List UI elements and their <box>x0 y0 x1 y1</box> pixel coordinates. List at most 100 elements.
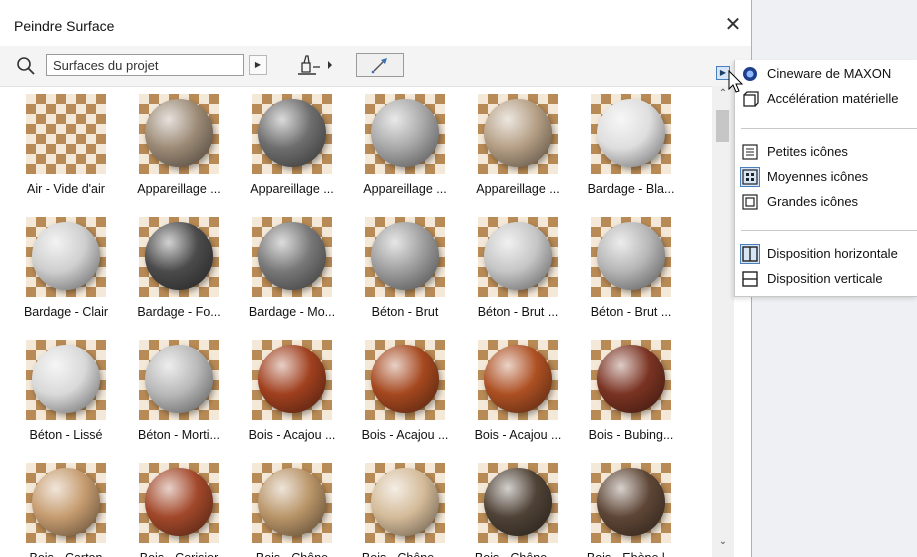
material-thumbnail <box>591 217 671 297</box>
material-label: Air - Vide d'air <box>27 182 105 196</box>
material-tile[interactable]: Appareillage ... <box>462 86 574 204</box>
material-sphere <box>484 345 552 413</box>
caret-right-icon: ▶ <box>719 68 727 77</box>
menu-item-hardware-acceleration[interactable]: Accélération matérielle <box>735 87 917 111</box>
material-sphere <box>597 468 665 536</box>
search-input[interactable]: Surfaces du projet <box>46 54 244 76</box>
material-sphere <box>371 222 439 290</box>
material-sphere <box>145 99 213 167</box>
menu-item-horizontal-layout[interactable]: Disposition horizontale <box>735 242 917 266</box>
large-icons-icon <box>742 194 758 210</box>
material-label: Béton - Morti... <box>138 428 220 442</box>
material-tile[interactable]: Bois - Acajou ... <box>349 332 461 450</box>
paint-bucket-icon[interactable] <box>296 52 340 78</box>
menu-item-cineware[interactable]: Cineware de MAXON <box>735 62 917 86</box>
material-thumbnail <box>252 340 332 420</box>
mouse-cursor-icon <box>728 70 744 93</box>
menu-item-medium-icons[interactable]: Moyennes icônes <box>735 165 917 189</box>
material-label: Appareillage ... <box>476 182 560 196</box>
material-tile[interactable]: Bois - Acajou ... <box>462 332 574 450</box>
material-thumbnail <box>139 94 219 174</box>
material-sphere <box>258 468 326 536</box>
material-label: Bois - Chêne <box>236 551 348 557</box>
material-tile[interactable]: Béton - Morti... <box>123 332 235 450</box>
material-label: Bardage - Mo... <box>248 305 336 319</box>
material-thumbnail <box>365 463 445 543</box>
menu-item-label: Disposition verticale <box>767 271 883 286</box>
title-bar: Peindre Surface ✕ <box>0 0 751 46</box>
material-tile[interactable]: Bardage - Clair <box>10 209 122 327</box>
material-label: Bois - Ebène l... <box>575 551 687 557</box>
material-tile[interactable]: Bois - Chêne ... <box>349 455 461 557</box>
menu-item-label: Cineware de MAXON <box>767 66 892 81</box>
material-sphere <box>597 222 665 290</box>
material-tile[interactable]: Bardage - Bla... <box>575 86 687 204</box>
material-label: Bois - Chêne ... <box>349 551 461 557</box>
material-tile[interactable]: Béton - Brut <box>349 209 461 327</box>
material-tile[interactable]: Bois - Chêne ... <box>462 455 574 557</box>
material-tile[interactable]: Appareillage ... <box>123 86 235 204</box>
menu-item-label: Grandes icônes <box>767 194 859 209</box>
menu-item-label: Moyennes icônes <box>767 169 869 184</box>
material-grid: Air - Vide d'air Appareillage ... Appareil… <box>10 86 710 557</box>
material-label: Bois - Carton <box>10 551 122 557</box>
material-sphere <box>32 468 100 536</box>
material-sphere <box>371 345 439 413</box>
menu-item-label: Accélération matérielle <box>767 91 899 106</box>
material-tile[interactable]: Appareillage ... <box>349 86 461 204</box>
material-sphere <box>597 99 665 167</box>
material-tile[interactable]: Béton - Lissé <box>10 332 122 450</box>
material-thumbnail <box>591 463 671 543</box>
material-sphere <box>32 222 100 290</box>
material-sphere <box>32 345 100 413</box>
search-scope-button[interactable]: ▶ <box>249 55 267 75</box>
search-icon[interactable] <box>16 56 36 76</box>
eyedropper-button[interactable] <box>356 53 404 77</box>
material-label: Appareillage ... <box>250 182 334 196</box>
material-sphere <box>597 345 665 413</box>
material-tile[interactable]: Bois - Carton <box>10 455 122 557</box>
material-tile[interactable]: Bois - Bubing... <box>575 332 687 450</box>
material-thumbnail <box>139 217 219 297</box>
menu-item-vertical-layout[interactable]: Disposition verticale <box>735 267 917 291</box>
toolbar: Surfaces du projet ▶ <box>0 46 751 87</box>
material-tile[interactable]: Béton - Brut ... <box>462 209 574 327</box>
paint-surface-dialog: Peindre Surface ✕ Surfaces du projet ▶ A… <box>0 0 752 557</box>
material-tile[interactable]: Bardage - Mo... <box>236 209 348 327</box>
eyedropper-icon <box>371 58 387 74</box>
material-label: Bois - Acajou ... <box>474 428 562 442</box>
material-thumbnail <box>478 340 558 420</box>
material-tile[interactable]: Air - Vide d'air <box>10 86 122 204</box>
material-sphere <box>145 468 213 536</box>
material-thumbnail <box>252 94 332 174</box>
material-thumbnail <box>26 340 106 420</box>
material-sphere <box>258 222 326 290</box>
material-label: Béton - Brut ... <box>477 305 559 319</box>
material-sphere <box>258 99 326 167</box>
material-thumbnail <box>252 217 332 297</box>
menu-item-small-icons[interactable]: Petites icônes <box>735 140 917 164</box>
material-tile[interactable]: Béton - Brut ... <box>575 209 687 327</box>
material-tile[interactable]: Bois - Chêne <box>236 455 348 557</box>
material-label: Bardage - Fo... <box>137 305 221 319</box>
material-tile[interactable]: Bois - Acajou ... <box>236 332 348 450</box>
material-label: Bois - Bubing... <box>588 428 674 442</box>
menu-item-large-icons[interactable]: Grandes icônes <box>735 190 917 214</box>
menu-item-label: Petites icônes <box>767 144 848 159</box>
material-label: Bois - Chêne ... <box>462 551 574 557</box>
material-tile[interactable]: Bois - Ebène l... <box>575 455 687 557</box>
material-thumbnail <box>478 463 558 543</box>
material-tile[interactable]: Bardage - Fo... <box>123 209 235 327</box>
medium-icons-icon <box>740 167 760 187</box>
material-sphere <box>145 345 213 413</box>
close-button[interactable]: ✕ <box>720 12 746 38</box>
material-thumbnail <box>26 463 106 543</box>
material-tile[interactable]: Bois - Cerisier <box>123 455 235 557</box>
material-tile[interactable]: Appareillage ... <box>236 86 348 204</box>
scroll-thumb[interactable] <box>716 110 729 142</box>
material-thumbnail <box>365 217 445 297</box>
vertical-scrollbar[interactable]: ⌃ ⌄ <box>712 86 734 557</box>
vertical-layout-icon <box>742 271 758 287</box>
scroll-down-icon[interactable]: ⌄ <box>712 536 734 552</box>
material-sphere <box>484 222 552 290</box>
